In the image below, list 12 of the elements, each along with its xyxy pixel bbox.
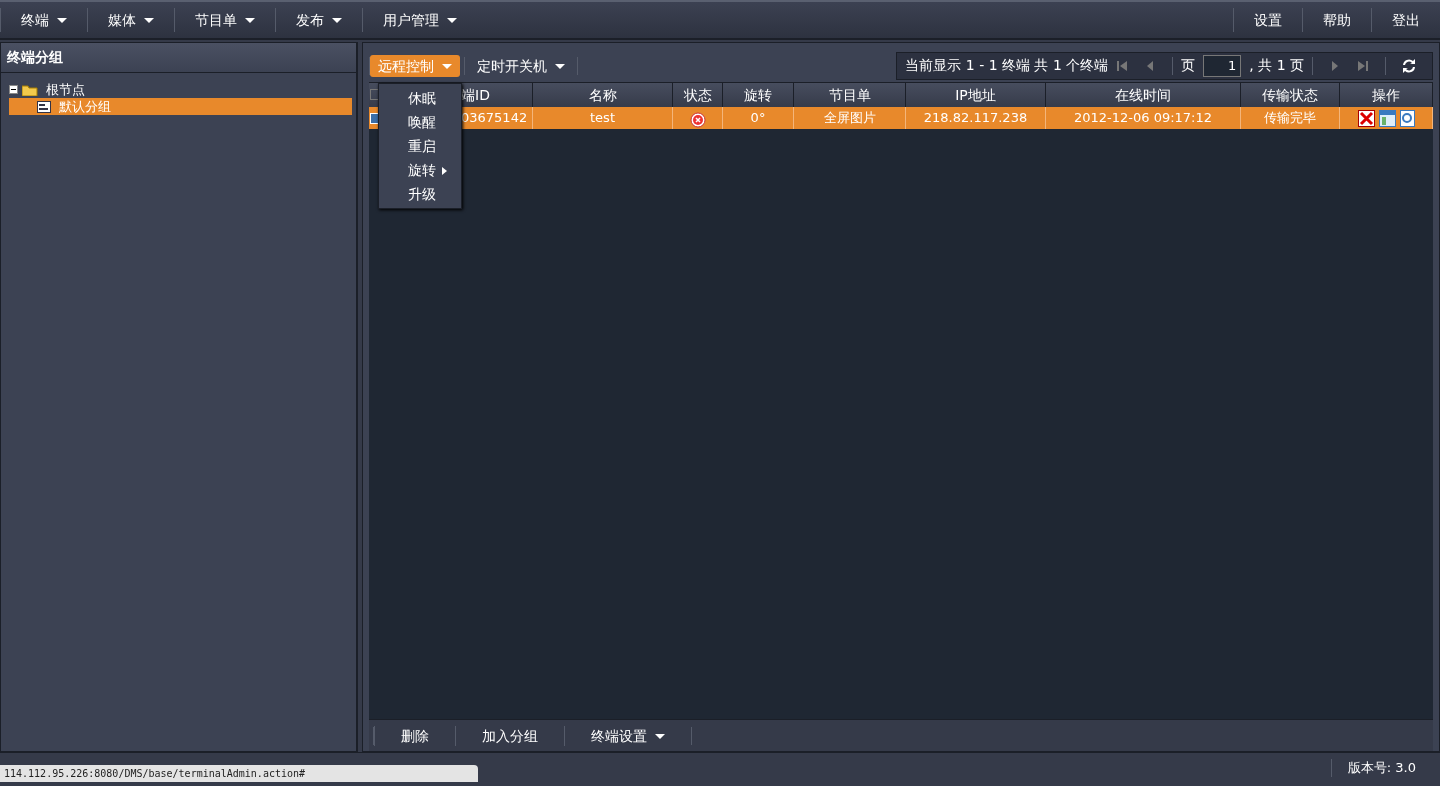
version-text: 版本号: 3.0 (1347, 758, 1416, 777)
page-total: , 共 1 页 (1249, 56, 1304, 75)
table-cell: 传输完毕 (1241, 107, 1340, 129)
table-cell: 全屏图片 (794, 107, 906, 129)
table-cell: 0° (723, 107, 794, 129)
status-url: 114.112.95.226:8080/DMS/base/terminalAdmin.action# (0, 765, 478, 782)
panel-title: 终端分组 (1, 43, 356, 73)
table-cell: test (533, 107, 673, 129)
table-cell: 218.82.117.238 (906, 107, 1046, 129)
table-cell: 2012-12-06 09:17:12 (1046, 107, 1241, 129)
page-label: 页 (1181, 56, 1196, 75)
paging-info: 当前显示 1 - 1 终端 共 1 个终端 (905, 56, 1109, 75)
